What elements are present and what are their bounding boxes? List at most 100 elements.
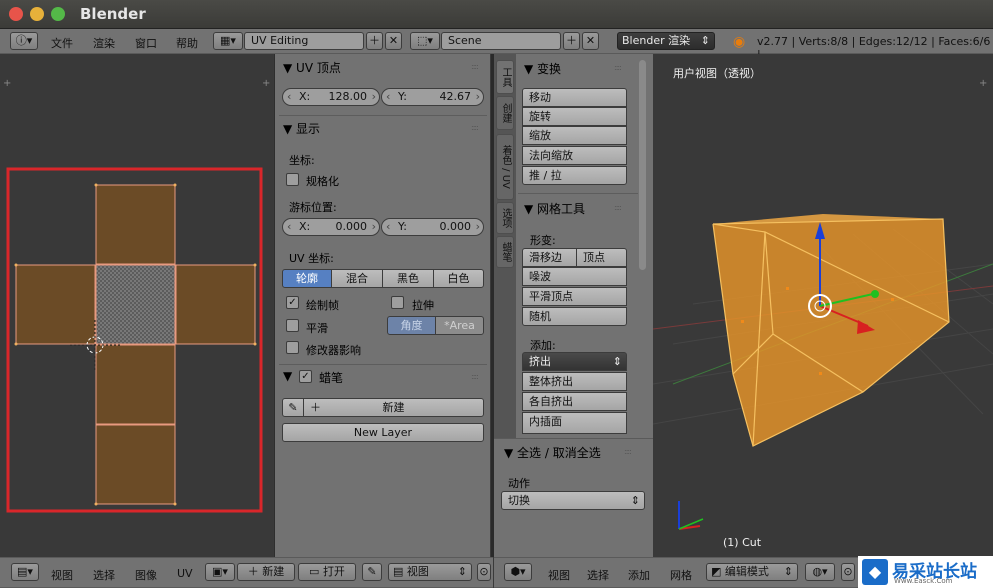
cursor-x-field[interactable]: ‹ X: 0.000 › <box>282 218 380 236</box>
new-grease-pencil-button[interactable]: ＋ 新建 <box>303 398 484 417</box>
pivot-icon[interactable]: ⊙ <box>477 563 491 581</box>
draw-type-white-button[interactable]: 白色 <box>433 269 484 288</box>
pivot-point-icon[interactable]: ⊙ <box>841 563 855 581</box>
uv-vertex-panel-header[interactable]: ▼ UV 顶点 <box>283 59 341 76</box>
viewport-canvas[interactable] <box>653 54 993 557</box>
add-label: 添加: <box>530 339 556 352</box>
panel-grip-icon[interactable]: :::: <box>471 372 479 381</box>
uv-canvas[interactable] <box>0 54 273 557</box>
uv-menu-view[interactable]: 视图 <box>51 567 73 583</box>
grease-pencil-enable-checkbox[interactable]: ✓ <box>299 370 312 383</box>
open-image-button[interactable]: ▭ 打开 <box>298 563 356 581</box>
viewport-shading-button[interactable]: ◍▾ <box>805 563 835 581</box>
translate-button[interactable]: 移动 <box>522 88 627 107</box>
minimize-window-button[interactable] <box>30 7 44 21</box>
extrude-region-button[interactable]: 整体挤出 <box>522 372 627 391</box>
draw-type-blend-button[interactable]: 混合 <box>331 269 383 288</box>
stretch-checkbox[interactable] <box>391 296 404 309</box>
close-window-button[interactable] <box>9 7 23 21</box>
cursor-y-field[interactable]: ‹ Y: 0.000 › <box>381 218 484 236</box>
uv-menu-uv[interactable]: UV <box>177 567 193 580</box>
add-icon: ＋ <box>310 401 321 414</box>
remove-layout-icon[interactable]: ✕ <box>385 32 402 50</box>
view3d-menu-view[interactable]: 视图 <box>548 567 570 583</box>
panel-grip-icon[interactable]: :::: <box>614 63 622 72</box>
tab-grease-pencil[interactable]: 蜡笔 <box>496 236 514 268</box>
image-browse-button[interactable]: ▣▾ <box>205 563 235 581</box>
pin-icon[interactable]: ✎ <box>362 563 382 581</box>
rotate-button[interactable]: 旋转 <box>522 107 627 126</box>
randomize-button[interactable]: 随机 <box>522 307 627 326</box>
pencil-icon[interactable]: ✎ <box>282 398 304 417</box>
editor-type-3d-button[interactable]: ⬢▾ <box>504 563 532 581</box>
push-pull-button[interactable]: 推 / 拉 <box>522 166 627 185</box>
stretch-area-button[interactable]: *Area <box>435 316 484 335</box>
uv-editor[interactable]: + + <box>0 54 273 557</box>
layout-name-field[interactable]: UV Editing <box>244 32 364 50</box>
uv-menu-image[interactable]: 图像 <box>135 567 157 583</box>
panel-grip-icon[interactable]: :::: <box>471 62 479 71</box>
tab-tools[interactable]: 工具 <box>496 60 514 94</box>
draw-type-outline-button[interactable]: 轮廓 <box>282 269 332 288</box>
remove-scene-icon[interactable]: ✕ <box>582 32 599 50</box>
uv-vertex-y-field[interactable]: ‹ Y: 42.67 › <box>381 88 484 106</box>
noise-button[interactable]: 噪波 <box>522 267 627 286</box>
smooth-vertex-button[interactable]: 平滑顶点 <box>522 287 627 306</box>
tab-options[interactable]: 选项 <box>496 202 514 234</box>
scene-selector-button[interactable]: ⬚▾ <box>410 32 440 50</box>
info-header: ⓘ▾ 文件 渲染 窗口 帮助 ▦▾ UV Editing ＋ ✕ ⬚▾ Scen… <box>0 29 993 61</box>
stretch-angle-button[interactable]: 角度 <box>387 316 436 335</box>
smooth-checkbox[interactable] <box>286 319 299 332</box>
render-engine-dropdown[interactable]: Blender 渲染 ⇕ <box>617 32 715 50</box>
editor-type-info-button[interactable]: ⓘ▾ <box>10 32 38 50</box>
view3d-menu-add[interactable]: 添加 <box>628 567 650 583</box>
grease-pencil-title: 蜡笔 <box>319 371 344 385</box>
new-layer-button[interactable]: New Layer <box>282 423 484 442</box>
layout-selector-button[interactable]: ▦▾ <box>213 32 243 50</box>
modifier-effect-checkbox[interactable] <box>286 341 299 354</box>
view3d-menu-mesh[interactable]: 网格 <box>670 567 692 583</box>
add-scene-icon[interactable]: ＋ <box>563 32 580 50</box>
menu-help[interactable]: 帮助 <box>176 35 198 51</box>
view-mode-dropdown[interactable]: ▤ 视图 ⇕ <box>388 563 472 581</box>
3d-viewport[interactable]: 用户视图（透视） + (1) Cut <box>653 54 993 557</box>
menu-file[interactable]: 文件 <box>51 35 73 51</box>
grease-pencil-panel-header[interactable]: ▼ <box>283 369 292 383</box>
action-dropdown[interactable]: 切换 ⇕ <box>501 491 645 510</box>
view3d-menu-select[interactable]: 选择 <box>587 567 609 583</box>
menu-render[interactable]: 渲染 <box>93 35 115 51</box>
select-all-panel-header[interactable]: ▼ 全选 / 取消全选 <box>504 444 601 461</box>
mesh-tools-panel-header[interactable]: ▼ 网格工具 <box>524 200 585 217</box>
panel-grip-icon[interactable]: :::: <box>471 123 479 132</box>
shrink-fatten-button[interactable]: 法向缩放 <box>522 146 627 165</box>
smooth-label: 平滑 <box>306 322 328 335</box>
tab-create[interactable]: 创建 <box>496 96 514 130</box>
editor-type-image-button[interactable]: ▤▾ <box>11 563 39 581</box>
draw-frame-checkbox[interactable]: ✓ <box>286 296 299 309</box>
new-image-button[interactable]: ＋ 新建 <box>237 563 295 581</box>
transform-panel-header[interactable]: ▼ 变换 <box>524 60 561 77</box>
normalized-label: 规格化 <box>306 175 339 188</box>
draw-type-black-button[interactable]: 黑色 <box>382 269 434 288</box>
display-title: 显示 <box>296 122 321 136</box>
uv-menu-select[interactable]: 选择 <box>93 567 115 583</box>
add-layout-icon[interactable]: ＋ <box>366 32 383 50</box>
scene-name-field[interactable]: Scene <box>441 32 561 50</box>
slide-vertex-button[interactable]: 顶点 <box>576 248 627 267</box>
slide-edge-button[interactable]: 滑移边 <box>522 248 577 267</box>
tools-scrollbar[interactable] <box>639 60 646 270</box>
scale-button[interactable]: 缩放 <box>522 126 627 145</box>
extrude-individual-button[interactable]: 各自挤出 <box>522 392 627 411</box>
normalized-checkbox[interactable] <box>286 173 299 186</box>
inset-faces-button[interactable]: 内插面 <box>522 412 627 434</box>
uv-vertex-x-field[interactable]: ‹ X: 128.00 › <box>282 88 380 106</box>
extrude-dropdown[interactable]: 挤出 ⇕ <box>522 352 627 371</box>
display-panel-header[interactable]: ▼ 显示 <box>283 120 320 137</box>
transform-title: 变换 <box>537 62 562 76</box>
tab-shading-uv[interactable]: 着色 / UV <box>496 134 514 200</box>
panel-grip-icon[interactable]: :::: <box>624 447 632 456</box>
interaction-mode-dropdown[interactable]: ◩ 编辑模式 ⇕ <box>706 563 798 581</box>
panel-grip-icon[interactable]: :::: <box>614 203 622 212</box>
maximize-window-button[interactable] <box>51 7 65 21</box>
menu-window[interactable]: 窗口 <box>135 35 157 51</box>
